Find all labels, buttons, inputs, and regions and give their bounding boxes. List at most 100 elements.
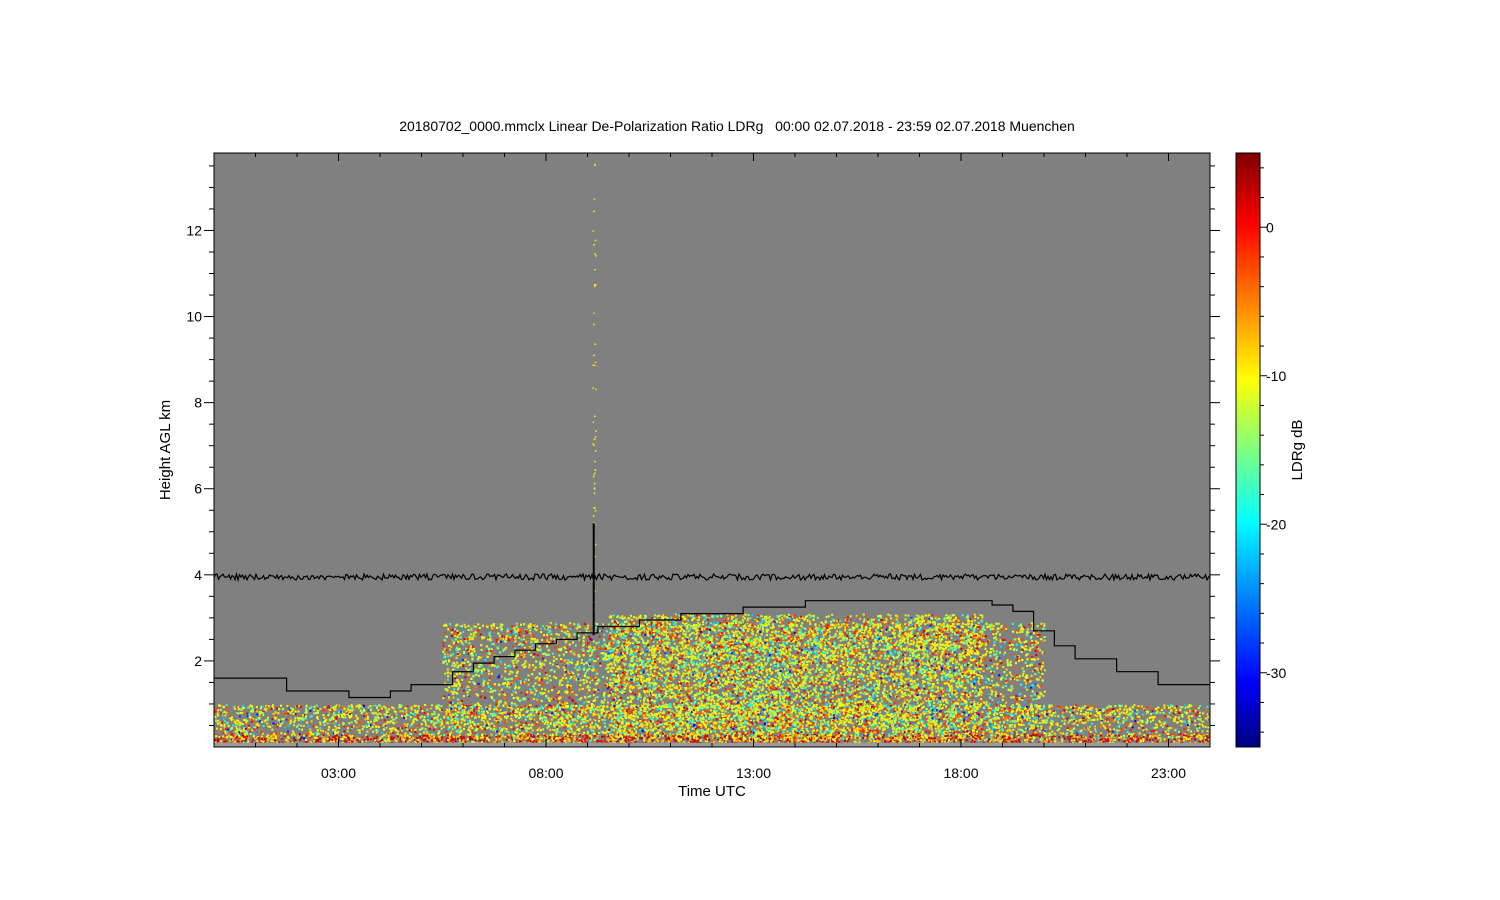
echo-pixel xyxy=(582,726,584,728)
echo-pixel xyxy=(1074,720,1076,722)
echo-pixel xyxy=(1185,704,1187,706)
echo-pixel xyxy=(320,730,322,732)
echo-pixel xyxy=(986,712,988,714)
echo-pixel xyxy=(325,708,327,710)
echo-pixel xyxy=(660,727,662,729)
echo-pixel xyxy=(616,732,618,734)
echo-pixel xyxy=(259,712,261,714)
echo-pixel xyxy=(350,730,352,732)
echo-pixel xyxy=(851,739,853,741)
echo-pixel xyxy=(299,717,301,719)
echo-pixel xyxy=(1137,721,1139,723)
echo-pixel xyxy=(283,713,285,715)
echo-pixel xyxy=(1167,733,1169,735)
echo-pixel xyxy=(542,717,544,719)
echo-pixel xyxy=(1010,720,1012,722)
echo-pixel xyxy=(1124,706,1126,708)
echo-pixel xyxy=(551,712,553,714)
echo-pixel xyxy=(418,707,420,709)
echo-pixel xyxy=(484,723,486,725)
echo-pixel xyxy=(949,711,951,713)
echo-pixel xyxy=(415,716,417,718)
echo-pixel xyxy=(405,732,407,734)
echo-pixel xyxy=(1114,713,1116,715)
echo-pixel xyxy=(882,729,884,731)
echo-pixel xyxy=(374,712,376,714)
echo-pixel xyxy=(1119,713,1121,715)
chart-title: 20180702_0000.mmclx Linear De-Polarizati… xyxy=(399,118,1075,134)
echo-pixel xyxy=(220,712,222,714)
echo-pixel xyxy=(545,717,547,719)
echo-pixel xyxy=(1178,716,1180,718)
echo-pixel xyxy=(234,708,236,710)
echo-pixel xyxy=(410,716,412,718)
echo-pixel xyxy=(231,716,233,718)
echo-pixel xyxy=(305,717,307,719)
echo-pixel xyxy=(384,719,386,721)
echo-pixel xyxy=(437,720,439,722)
echo-pixel xyxy=(277,712,279,714)
echo-pixel xyxy=(328,726,330,728)
echo-pixel xyxy=(646,706,648,708)
echo-pixel xyxy=(1153,730,1155,732)
echo-pixel xyxy=(220,728,222,730)
echo-pixel xyxy=(1022,710,1024,712)
echo-pixel xyxy=(556,734,558,736)
echo-pixel xyxy=(379,711,381,713)
echo-pixel xyxy=(366,731,368,733)
echo-pixel xyxy=(1007,723,1009,725)
echo-pixel xyxy=(559,709,561,711)
echo-pixel xyxy=(365,718,367,720)
echo-pixel xyxy=(381,708,383,710)
echo-pixel xyxy=(322,730,324,732)
echo-pixel xyxy=(354,720,356,722)
echo-pixel xyxy=(414,731,416,733)
echo-pixel xyxy=(262,712,264,714)
echo-pixel xyxy=(1126,709,1128,711)
echo-pixel xyxy=(713,719,715,721)
echo-pixel xyxy=(338,714,340,716)
echo-pixel xyxy=(895,705,897,707)
echo-pixel xyxy=(290,712,292,714)
echo-pixel xyxy=(376,707,378,709)
echo-pixel xyxy=(1014,726,1016,728)
echo-pixel xyxy=(1064,723,1066,725)
echo-pixel xyxy=(940,732,942,734)
echo-pixel xyxy=(1181,706,1183,708)
echo-pixel xyxy=(799,723,801,725)
echo-pixel xyxy=(1007,719,1009,721)
echo-pixel xyxy=(287,731,289,733)
echo-pixel xyxy=(424,716,426,718)
echo-pixel xyxy=(386,722,388,724)
echo-pixel xyxy=(1183,728,1185,730)
echo-pixel xyxy=(536,721,538,723)
echo-pixel xyxy=(272,704,274,706)
echo-pixel xyxy=(561,711,563,713)
echo-pixel xyxy=(894,711,896,713)
echo-pixel xyxy=(666,717,668,719)
echo-pixel xyxy=(1188,717,1190,719)
echo-pixel xyxy=(892,731,894,733)
echo-pixel xyxy=(549,714,551,716)
echo-pixel xyxy=(1071,733,1073,735)
echo-pixel xyxy=(465,707,467,709)
echo-pixel xyxy=(1098,708,1100,710)
echo-pixel xyxy=(1066,710,1068,712)
echo-pixel xyxy=(431,713,433,715)
echo-pixel xyxy=(458,712,460,714)
echo-pixel xyxy=(594,735,596,737)
echo-pixel xyxy=(1132,717,1134,719)
echo-pixel xyxy=(305,712,307,714)
echo-pixel xyxy=(336,716,338,718)
echo-pixel xyxy=(370,728,372,730)
echo-pixel xyxy=(363,709,365,711)
echo-pixel xyxy=(895,717,897,719)
echo-pixel xyxy=(713,726,715,728)
echo-pixel xyxy=(491,723,493,725)
echo-pixel xyxy=(284,726,286,728)
echo-pixel xyxy=(1193,733,1195,735)
echo-pixel xyxy=(1197,711,1199,713)
echo-pixel xyxy=(235,726,237,728)
echo-pixel xyxy=(292,708,294,710)
echo-pixel xyxy=(336,727,338,729)
